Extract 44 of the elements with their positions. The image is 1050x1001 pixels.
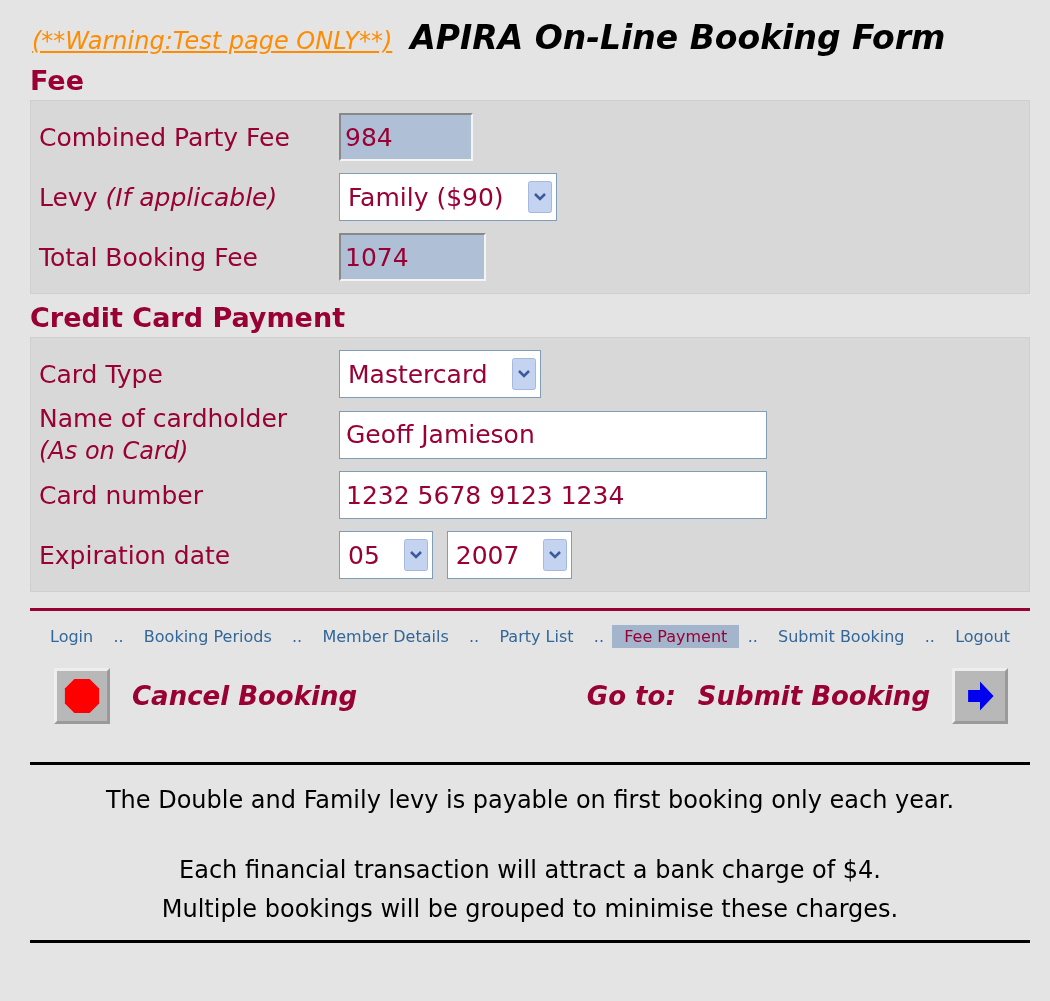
nav-link[interactable]: Fee Payment [612,625,740,648]
text-field[interactable]: 1232 5678 9123 1234 [339,471,767,519]
readonly-field[interactable]: 984 [339,113,473,161]
field-label: Expiration date [39,540,232,570]
chevron-icon [527,181,552,213]
dropdown[interactable]: 2007 [446,531,573,579]
info-text: The Double and Family levy is payable on first booking only each year. [104,785,956,816]
text-field[interactable]: Geoff Jamieson [339,410,767,459]
info-text: Each financial transaction will attract a bank charge of $4. Multiple bookings will be grouped to minimise these charges. [160,855,900,925]
field-label: Card number [39,480,204,510]
stop-button[interactable] [54,668,110,724]
nav-link[interactable]: Login [38,625,106,648]
nav-separator: .. [291,627,303,646]
nav-separator: .. [113,627,124,646]
field-label: Total Booking Fee [39,242,259,272]
section-heading: Fee [30,65,85,96]
goto-label: Go to: [586,681,676,711]
nav-link[interactable]: Submit Booking [766,625,917,648]
field-label: Name of cardholder [39,404,289,433]
nav-separator: .. [593,627,604,646]
field-note: (As on Card) [39,437,190,465]
chevron-icon [403,539,428,571]
dropdown[interactable]: Family ($90) [339,173,557,221]
octagon-icon [63,677,101,715]
nav-link[interactable]: Party List [487,625,586,648]
nav-separator: .. [747,627,758,646]
nav-link[interactable]: Member Details [310,625,461,648]
dropdown[interactable]: 05 [339,531,433,579]
chevron-icon [543,539,568,571]
section-heading: Credit Card Payment [30,302,347,333]
next-button[interactable] [952,668,1008,724]
cancel-link[interactable]: Cancel Booking [132,681,357,711]
field-label: Combined Party Fee [39,122,291,152]
submit-link[interactable]: Submit Booking [697,681,930,711]
nav-link[interactable]: Logout [943,625,1022,648]
chevron-icon [511,358,536,390]
nav-link[interactable]: Booking Periods [131,625,284,648]
field-label: Card Type [39,359,164,389]
form-title: APIRA On-Line Booking Form [410,18,946,57]
nav-separator: .. [924,627,935,646]
nav-separator: .. [469,627,480,646]
readonly-field[interactable]: 1074 [339,233,486,281]
field-label: Levy (If applicable) [39,182,279,212]
dropdown[interactable]: Mastercard [339,350,541,398]
